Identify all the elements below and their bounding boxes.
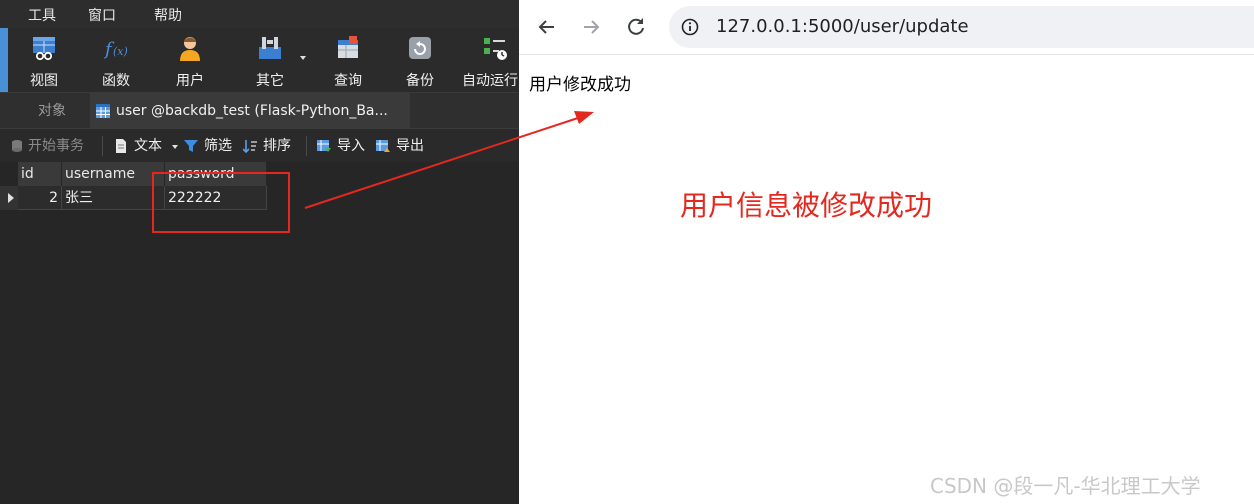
user-icon (180, 37, 200, 61)
table-cell-username[interactable]: 张三 (62, 186, 165, 210)
sort-label: 排序 (263, 138, 291, 154)
text-mode-button[interactable]: 文本 (114, 129, 162, 163)
filter-icon (184, 140, 198, 152)
export-button[interactable]: 导出 (376, 129, 424, 163)
toolbar-query-label: 查询 (334, 73, 362, 89)
left-accent-bar (0, 28, 8, 92)
forward-arrow-icon[interactable] (576, 12, 606, 42)
export-icon (376, 140, 390, 152)
toolbar-view-label: 视图 (30, 73, 58, 89)
browser-window: 127.0.0.1:5000/user/update 用户修改成功 (519, 0, 1254, 504)
url-text[interactable]: 127.0.0.1:5000/user/update (716, 16, 969, 37)
annotation-text: 用户信息被修改成功 (680, 189, 933, 222)
current-row-marker[interactable] (0, 186, 18, 210)
import-label: 导入 (337, 138, 365, 154)
table-grid-icon (96, 104, 110, 118)
menu-help[interactable]: 帮助 (154, 5, 182, 25)
toolbar-function-label: 函数 (102, 73, 130, 89)
navicat-window: 工具 窗口 帮助 视图 f (x) 函数 用户 其它 查询 备份 自动运行 对象… (0, 0, 519, 504)
menu-bar: 工具 窗口 帮助 (0, 0, 519, 28)
toolbar-backup-label: 备份 (406, 73, 434, 89)
reload-icon[interactable] (621, 12, 651, 42)
row-pointer-icon (8, 193, 14, 203)
query-icon (338, 36, 358, 58)
toolbar-user-label: 用户 (176, 73, 204, 89)
tab-objects[interactable]: 对象 (14, 93, 90, 129)
toolbar-divider (102, 136, 103, 156)
menu-tools[interactable]: 工具 (28, 5, 56, 25)
database-icon (12, 140, 22, 152)
toolbar-divider (306, 136, 307, 156)
view-icon (33, 37, 55, 61)
function-icon: f (x) (103, 39, 128, 60)
tab-bar: 对象 user @backdb_test (Flask-Python_Ba... (0, 92, 519, 129)
main-toolbar: 视图 f (x) 函数 用户 其它 查询 备份 自动运行 (8, 28, 519, 92)
svg-text:(x): (x) (113, 45, 128, 58)
back-arrow-icon[interactable] (532, 12, 562, 42)
text-dropdown-arrow-icon[interactable] (172, 145, 178, 149)
tab-user-table[interactable]: user @backdb_test (Flask-Python_Ba... (90, 93, 410, 129)
sort-button[interactable]: 排序 (243, 129, 291, 163)
toolbar-other-button[interactable]: 其它 (248, 28, 292, 92)
backup-icon (409, 37, 431, 59)
table-toolbar: 开始事务 文本 筛选 排序 导入 导出 (0, 128, 519, 162)
toolbar-user-button[interactable]: 用户 (168, 28, 212, 92)
watermark: CSDN @段一凡-华北理工大学 (930, 474, 1201, 498)
page-message: 用户修改成功 (529, 75, 631, 95)
address-bar[interactable]: 127.0.0.1:5000/user/update (669, 6, 1254, 48)
toolbar-function-button[interactable]: f (x) 函数 (94, 28, 138, 92)
sort-icon (243, 140, 257, 153)
automation-icon (484, 38, 507, 60)
document-icon (116, 139, 126, 153)
text-mode-label: 文本 (134, 138, 162, 154)
import-icon (317, 140, 331, 152)
filter-label: 筛选 (204, 138, 232, 154)
export-label: 导出 (396, 138, 424, 154)
site-info-icon[interactable] (681, 18, 699, 36)
column-header-username[interactable]: username (62, 162, 165, 186)
other-tools-icon (259, 37, 281, 59)
password-highlight-box (152, 172, 290, 233)
toolbar-automation-label: 自动运行 (462, 73, 518, 89)
tab-user-title: user @backdb_test (Flask-Python_Ba... (116, 103, 388, 119)
table-cell-id[interactable]: 2 (18, 186, 62, 210)
browser-toolbar: 127.0.0.1:5000/user/update (519, 0, 1254, 55)
column-header-id[interactable]: id (18, 162, 62, 186)
menu-window[interactable]: 窗口 (88, 5, 116, 25)
toolbar-query-button[interactable]: 查询 (326, 28, 370, 92)
import-button[interactable]: 导入 (317, 129, 365, 163)
other-dropdown-arrow-icon[interactable] (300, 56, 306, 60)
toolbar-other-label: 其它 (256, 73, 284, 89)
filter-button[interactable]: 筛选 (184, 129, 232, 163)
toolbar-view-button[interactable]: 视图 (22, 28, 66, 92)
begin-transaction-label: 开始事务 (28, 138, 84, 154)
toolbar-automation-button[interactable]: 自动运行 (462, 28, 519, 92)
toolbar-backup-button[interactable]: 备份 (398, 28, 442, 92)
begin-transaction-button[interactable]: 开始事务 (10, 129, 84, 163)
